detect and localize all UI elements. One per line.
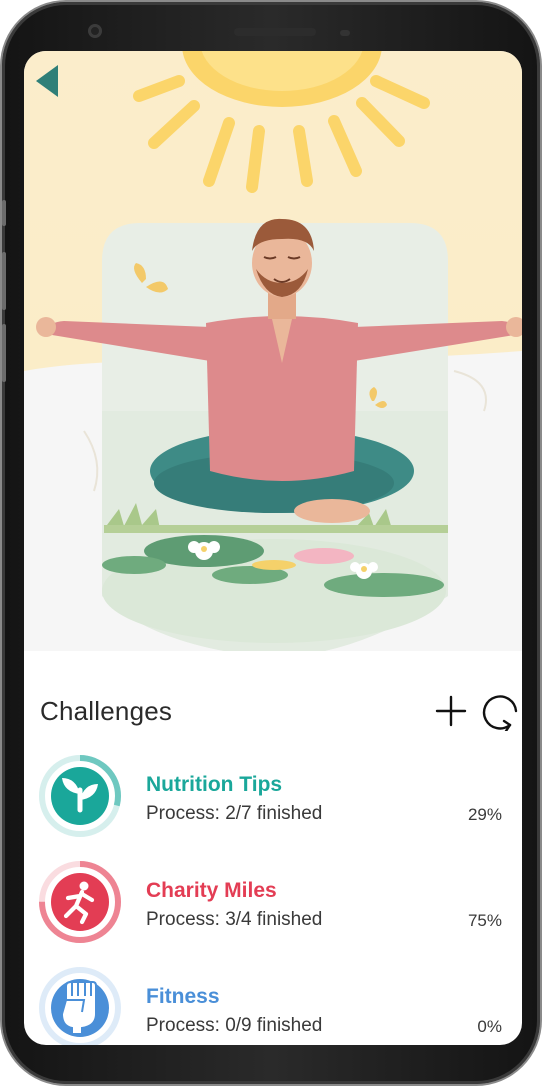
challenge-item-charity-miles[interactable]: Charity Miles Process: 3/4 finished 75%	[24, 860, 522, 960]
sun-icon	[133, 51, 430, 193]
proximity-sensor	[340, 30, 350, 36]
challenge-item-nutrition-tips[interactable]: Nutrition Tips Process: 2/7 finished 29%	[24, 754, 522, 854]
phone-side-button	[2, 324, 6, 382]
challenge-name: Nutrition Tips	[146, 773, 283, 796]
back-button[interactable]	[32, 63, 62, 99]
add-challenge-button[interactable]	[432, 693, 470, 729]
progress-ring	[39, 755, 121, 837]
phone-frame: Challenges Nutrition Tips Process: 2/7 fi…	[2, 2, 540, 1084]
progress-ring	[39, 861, 121, 943]
meditation-illustration	[24, 51, 522, 651]
progress-ring	[39, 967, 121, 1045]
refresh-button[interactable]	[480, 691, 522, 733]
section-title: Challenges	[40, 696, 173, 726]
refresh-icon	[482, 695, 518, 733]
challenge-percent: 29%	[467, 805, 502, 824]
earpiece-speaker	[234, 28, 316, 36]
challenge-percent: 0%	[477, 1017, 502, 1036]
challenge-name: Fitness	[146, 985, 220, 1008]
hero-illustration	[24, 51, 522, 651]
plus-icon	[435, 695, 467, 727]
challenge-item-fitness[interactable]: Fitness Process: 0/9 finished 0%	[24, 966, 522, 1045]
challenge-process: Process: 0/9 finished	[146, 1015, 323, 1036]
challenge-name: Charity Miles	[146, 879, 277, 902]
challenge-process: Process: 2/7 finished	[146, 803, 323, 824]
app-screen: Challenges Nutrition Tips Process: 2/7 fi…	[24, 51, 522, 1045]
front-camera	[88, 24, 102, 38]
challenge-process: Process: 3/4 finished	[146, 909, 323, 930]
back-arrow-icon	[36, 65, 58, 97]
challenge-percent: 75%	[467, 911, 502, 930]
phone-side-button	[2, 252, 6, 310]
phone-side-button	[2, 200, 6, 226]
